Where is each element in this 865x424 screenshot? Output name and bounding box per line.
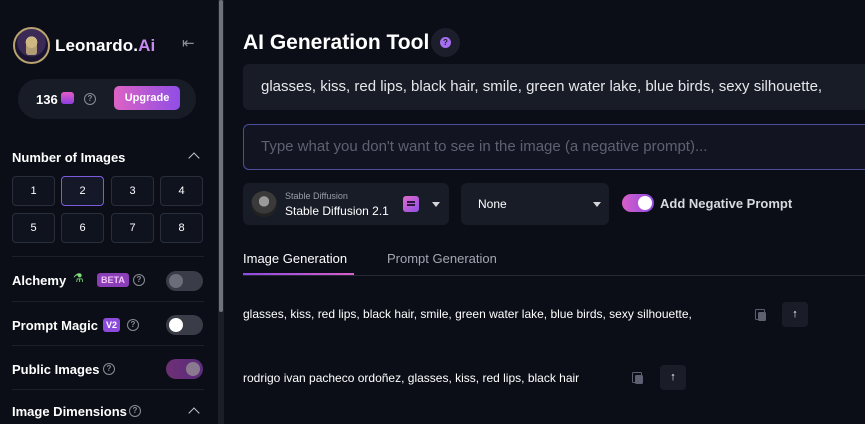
caret-down-icon (432, 202, 440, 207)
page-title: AI Generation Tool (243, 31, 430, 54)
image-count-2[interactable]: 2 (61, 176, 104, 206)
alchemy-toggle[interactable] (166, 271, 203, 291)
prompt-input[interactable]: glasses, kiss, red lips, black hair, smi… (243, 64, 865, 110)
chevron-up-icon[interactable] (188, 152, 200, 164)
tab-prompt-generation[interactable]: Prompt Generation (387, 251, 497, 266)
tab-image-generation[interactable]: Image Generation (243, 251, 347, 266)
leonardo-logo (13, 27, 50, 64)
number-of-images-title: Number of Images (12, 150, 126, 165)
help-icon: ? (440, 37, 451, 48)
flask-icon: ⚗ (73, 271, 84, 285)
use-prompt-button[interactable]: ↑ (782, 302, 808, 327)
image-dimensions-label: Image Dimensions (12, 404, 127, 419)
public-images-help-icon[interactable]: ? (103, 363, 115, 375)
public-images-label: Public Images (12, 362, 100, 377)
credits-help-icon[interactable]: ? (84, 93, 96, 105)
sidebar-scrollbar[interactable] (218, 0, 224, 424)
prompt-magic-help-icon[interactable]: ? (127, 319, 139, 331)
preset-select[interactable]: None (461, 183, 609, 225)
history-prompt-text[interactable]: glasses, kiss, red lips, black hair, smi… (243, 307, 692, 321)
image-count-8[interactable]: 8 (160, 213, 203, 243)
image-dimensions-help-icon[interactable]: ? (129, 405, 141, 417)
tabs-divider (243, 275, 865, 276)
image-count-7[interactable]: 7 (111, 213, 154, 243)
title-help-button[interactable]: ? (431, 28, 460, 57)
prompt-magic-toggle[interactable] (166, 315, 203, 335)
copy-icon[interactable] (755, 309, 767, 321)
public-images-toggle[interactable] (166, 359, 203, 379)
image-count-6[interactable]: 6 (61, 213, 104, 243)
token-stack-icon (61, 92, 74, 104)
add-negative-prompt-toggle[interactable] (622, 194, 654, 212)
model-name: Stable Diffusion 2.1 (285, 204, 389, 218)
model-select[interactable]: Stable Diffusion Stable Diffusion 2.1 (243, 183, 449, 225)
collapse-sidebar-icon[interactable]: ⇤ (182, 36, 200, 51)
prompt-magic-label: Prompt Magic (12, 318, 98, 333)
toggle-knob (169, 318, 183, 332)
negative-prompt-input[interactable]: Type what you don't want to see in the i… (243, 124, 865, 170)
model-family: Stable Diffusion (285, 191, 348, 201)
image-count-4[interactable]: 4 (160, 176, 203, 206)
image-count-5[interactable]: 5 (12, 213, 55, 243)
toggle-knob (169, 274, 183, 288)
brand-name: Leonardo.Ai (55, 35, 156, 55)
divider (12, 301, 204, 302)
alchemy-label: Alchemy (12, 273, 67, 288)
active-tab-indicator (243, 273, 354, 275)
toggle-knob (638, 196, 652, 210)
divider (12, 345, 204, 346)
model-avatar (251, 191, 277, 217)
scrollbar-thumb[interactable] (219, 0, 223, 312)
brand[interactable]: Leonardo.Ai (13, 27, 155, 64)
image-count-3[interactable]: 3 (111, 176, 154, 206)
toggle-knob (186, 362, 200, 376)
use-prompt-button[interactable]: ↑ (660, 365, 686, 390)
upgrade-button[interactable]: Upgrade (114, 86, 180, 110)
credits-count: 136 (36, 92, 58, 107)
copy-icon[interactable] (632, 372, 644, 384)
v2-badge: V2 (103, 318, 121, 332)
alchemy-help-icon[interactable]: ? (133, 274, 145, 286)
chevron-up-icon[interactable] (188, 407, 200, 419)
divider (12, 389, 204, 390)
model-info-icon[interactable] (403, 196, 419, 212)
beta-badge: BETA (97, 273, 129, 287)
divider (12, 256, 204, 257)
brand-suffix: Ai (138, 35, 156, 55)
history-prompt-text[interactable]: rodrigo ivan pacheco ordoñez, glasses, k… (243, 371, 579, 385)
sidebar: Leonardo.Ai ⇤ 136 ? Upgrade Number of Im… (0, 0, 218, 424)
caret-down-icon (593, 202, 601, 207)
add-negative-prompt-label: Add Negative Prompt (660, 196, 793, 211)
preset-value: None (478, 197, 507, 211)
credits-box: 136 ? Upgrade (18, 79, 196, 119)
image-count-1[interactable]: 1 (12, 176, 55, 206)
